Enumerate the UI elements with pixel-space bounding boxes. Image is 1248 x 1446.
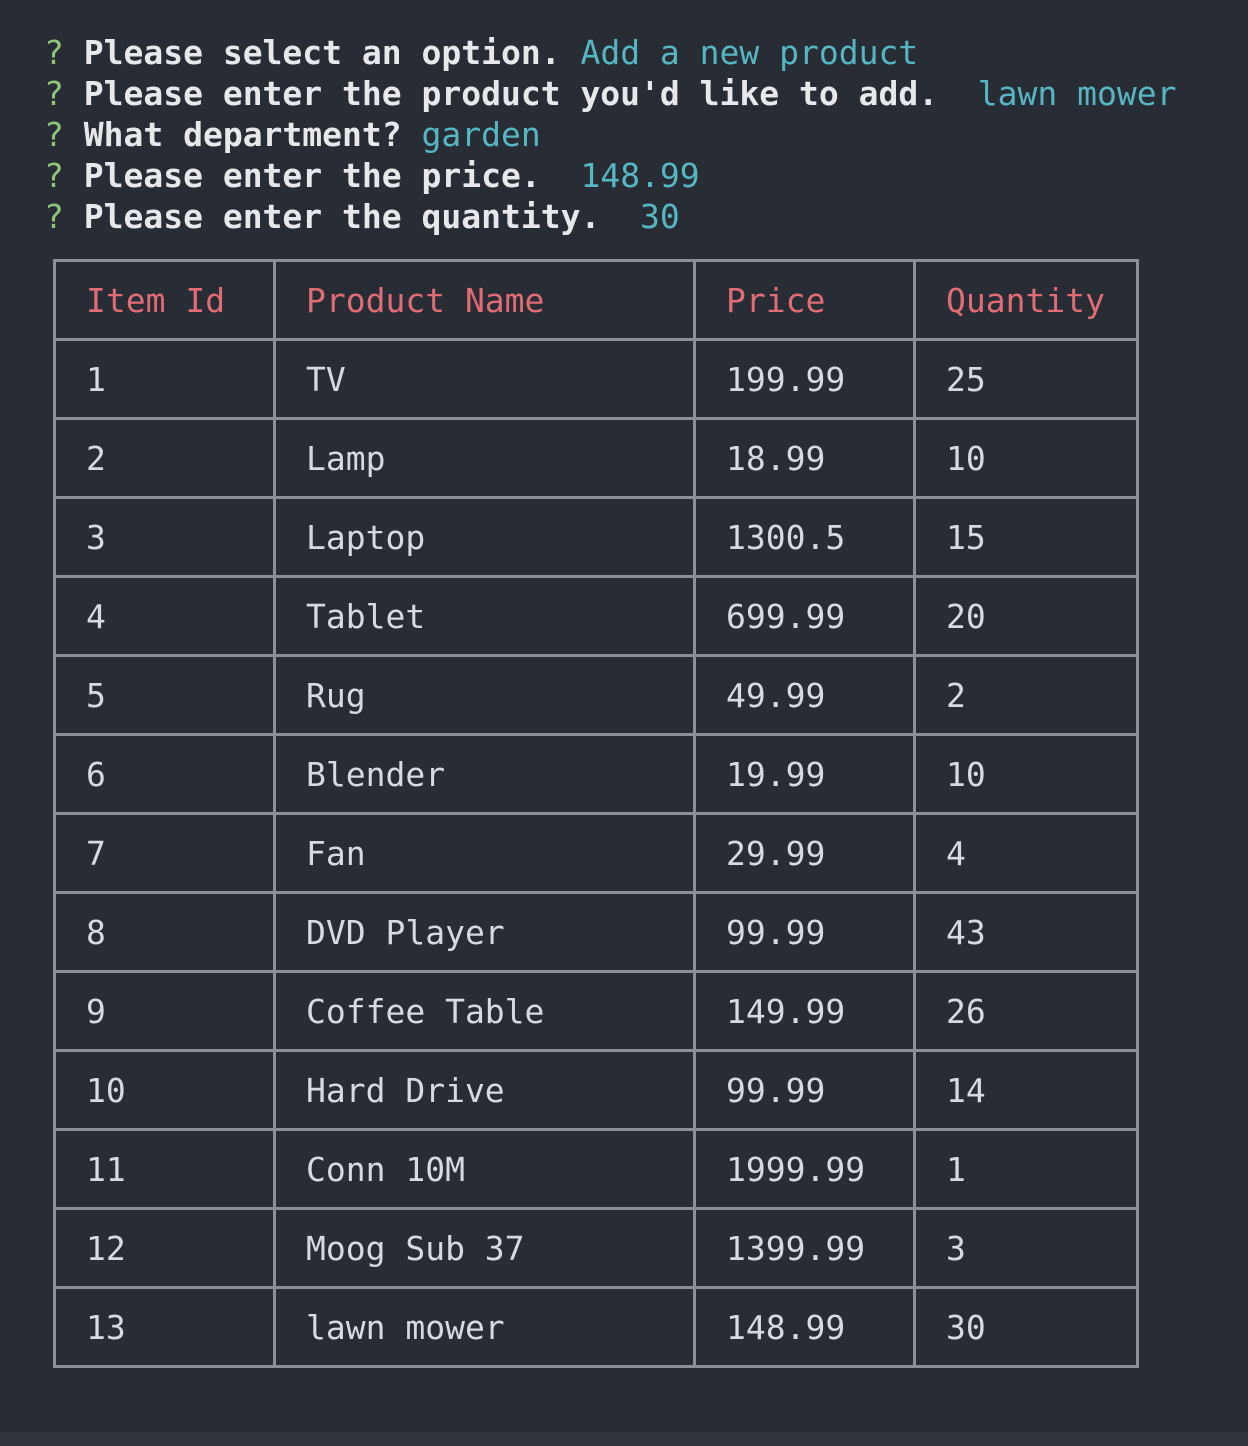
prompt-question: Please enter the price. [83, 156, 541, 195]
cell-quantity: 4 [913, 812, 1139, 894]
cell-price: 149.99 [693, 970, 916, 1052]
cell-product-name: Lamp [273, 417, 696, 499]
cell-quantity: 20 [913, 575, 1139, 657]
table-row: 13 lawn mower 148.99 30 [53, 1286, 1139, 1368]
cell-item-id: 11 [53, 1128, 276, 1210]
cell-item-id: 1 [53, 338, 276, 420]
cell-price: 19.99 [693, 733, 916, 815]
table-row: 1 TV 199.99 25 [53, 338, 1139, 420]
cell-quantity: 2 [913, 654, 1139, 736]
prompt-line: ? What department? garden [44, 114, 1176, 155]
cell-price: 148.99 [693, 1286, 916, 1368]
table-row: 12 Moog Sub 37 1399.99 3 [53, 1207, 1139, 1289]
prompt-answer: garden [421, 115, 541, 154]
cell-quantity: 1 [913, 1128, 1139, 1210]
question-mark-icon: ? [44, 197, 64, 236]
cell-product-name: Fan [273, 812, 696, 894]
cell-price: 18.99 [693, 417, 916, 499]
terminal-bottom-edge [0, 1432, 1248, 1446]
cell-item-id: 5 [53, 654, 276, 736]
cell-price: 99.99 [693, 891, 916, 973]
cell-price: 1399.99 [693, 1207, 916, 1289]
cell-product-name: Blender [273, 733, 696, 815]
cell-product-name: DVD Player [273, 891, 696, 973]
cell-item-id: 9 [53, 970, 276, 1052]
cell-price: 1300.5 [693, 496, 916, 578]
cell-price: 699.99 [693, 575, 916, 657]
table-header-row: Item Id Product Name Price Quantity [53, 259, 1139, 341]
prompt-answer: lawn mower [957, 74, 1177, 113]
cell-price: 99.99 [693, 1049, 916, 1131]
column-header-product-name: Product Name [273, 259, 696, 341]
prompt-line: ? Please enter the quantity. 30 [44, 196, 1176, 237]
prompt-line: ? Please select an option. Add a new pro… [44, 32, 1176, 73]
table-row: 6 Blender 19.99 10 [53, 733, 1139, 815]
cell-quantity: 14 [913, 1049, 1139, 1131]
cell-quantity: 15 [913, 496, 1139, 578]
prompt-line: ? Please enter the price. 148.99 [44, 155, 1176, 196]
question-mark-icon: ? [44, 33, 64, 72]
prompt-answer: Add a new product [580, 33, 919, 72]
cell-product-name: Rug [273, 654, 696, 736]
products-table: Item Id Product Name Price Quantity 1 TV 1… [53, 259, 1139, 1368]
column-header-item-id: Item Id [53, 259, 276, 341]
terminal-window: ? Please select an option. Add a new pro… [0, 0, 1248, 1432]
prompt-question: What department? [83, 115, 402, 154]
cell-product-name: Conn 10M [273, 1128, 696, 1210]
column-header-quantity: Quantity [913, 259, 1139, 341]
table-row: 9 Coffee Table 149.99 26 [53, 970, 1139, 1052]
cell-price: 199.99 [693, 338, 916, 420]
cell-item-id: 8 [53, 891, 276, 973]
cell-product-name: Moog Sub 37 [273, 1207, 696, 1289]
cell-product-name: Coffee Table [273, 970, 696, 1052]
cell-product-name: Hard Drive [273, 1049, 696, 1131]
cell-price: 49.99 [693, 654, 916, 736]
column-header-price: Price [693, 259, 916, 341]
question-mark-icon: ? [44, 115, 64, 154]
table-row: 5 Rug 49.99 2 [53, 654, 1139, 736]
prompt-question: Please enter the quantity. [83, 197, 601, 236]
cell-item-id: 12 [53, 1207, 276, 1289]
table-row: 10 Hard Drive 99.99 14 [53, 1049, 1139, 1131]
cell-product-name: Laptop [273, 496, 696, 578]
prompt-answer: 148.99 [560, 156, 700, 195]
cell-price: 29.99 [693, 812, 916, 894]
prompt-list: ? Please select an option. Add a new pro… [44, 32, 1176, 237]
prompt-line: ? Please enter the product you'd like to… [44, 73, 1176, 114]
table-row: 2 Lamp 18.99 10 [53, 417, 1139, 499]
cell-item-id: 7 [53, 812, 276, 894]
cell-item-id: 4 [53, 575, 276, 657]
table-row: 7 Fan 29.99 4 [53, 812, 1139, 894]
question-mark-icon: ? [44, 156, 64, 195]
cell-product-name: lawn mower [273, 1286, 696, 1368]
cell-price: 1999.99 [693, 1128, 916, 1210]
cell-quantity: 30 [913, 1286, 1139, 1368]
cell-quantity: 10 [913, 417, 1139, 499]
prompt-question: Please enter the product you'd like to a… [83, 74, 939, 113]
table-row: 11 Conn 10M 1999.99 1 [53, 1128, 1139, 1210]
cell-product-name: TV [273, 338, 696, 420]
table-row: 4 Tablet 699.99 20 [53, 575, 1139, 657]
cell-quantity: 10 [913, 733, 1139, 815]
table-body: 1 TV 199.99 25 2 Lamp 18.99 10 3 Laptop 1300.5 15 4 T… [53, 338, 1139, 1368]
cell-quantity: 43 [913, 891, 1139, 973]
cell-quantity: 3 [913, 1207, 1139, 1289]
cell-quantity: 26 [913, 970, 1139, 1052]
cell-item-id: 13 [53, 1286, 276, 1368]
prompt-question: Please select an option. [83, 33, 561, 72]
cell-item-id: 10 [53, 1049, 276, 1131]
cell-item-id: 2 [53, 417, 276, 499]
table-row: 8 DVD Player 99.99 43 [53, 891, 1139, 973]
table-row: 3 Laptop 1300.5 15 [53, 496, 1139, 578]
prompt-answer: 30 [620, 197, 680, 236]
cell-item-id: 6 [53, 733, 276, 815]
cell-item-id: 3 [53, 496, 276, 578]
cell-product-name: Tablet [273, 575, 696, 657]
question-mark-icon: ? [44, 74, 64, 113]
cell-quantity: 25 [913, 338, 1139, 420]
